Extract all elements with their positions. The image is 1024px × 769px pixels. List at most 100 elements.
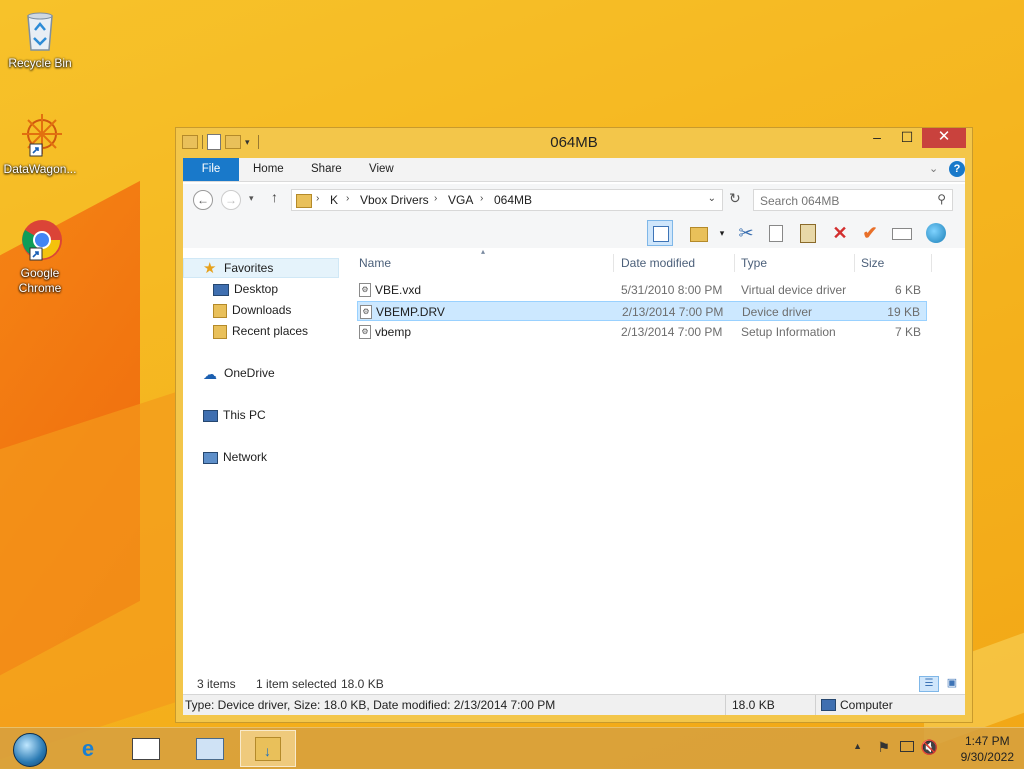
rename-icon[interactable]: ✔: [857, 220, 883, 246]
nav-label: Desktop: [234, 282, 279, 296]
nav-this-pc[interactable]: This PC: [203, 405, 266, 425]
breadcrumb-k[interactable]: K: [330, 193, 338, 207]
address-bar[interactable]: › K › Vbox Drivers › VGA › 064MB ⌄: [291, 189, 723, 211]
divider: [725, 695, 726, 715]
status-bar: 3 items 1 item selected 18.0 KB ☰ ▣: [183, 673, 965, 695]
nav-onedrive[interactable]: ☁ OneDrive: [203, 363, 275, 383]
desktop-icon-label: DataWagon...: [3, 162, 77, 176]
globe-icon[interactable]: [923, 220, 949, 246]
window-body: File Home Share View ⌄ ? ← → ▾ ↑ › K › V…: [183, 158, 965, 715]
nav-label: Downloads: [232, 303, 292, 317]
minimize-button[interactable]: –: [862, 128, 892, 148]
desktop-wallpaper-shape: [0, 390, 180, 760]
internet-explorer-icon: e: [81, 736, 95, 761]
search-box[interactable]: ⚲: [753, 189, 953, 211]
close-button[interactable]: ✕: [922, 128, 966, 148]
breadcrumb-vbox-drivers[interactable]: Vbox Drivers: [360, 193, 429, 207]
file-type: Setup Information: [741, 325, 836, 339]
nav-recent-places[interactable]: Recent places: [213, 321, 308, 341]
column-divider[interactable]: [613, 254, 614, 272]
nav-desktop[interactable]: Desktop: [213, 279, 278, 299]
expand-ribbon-icon[interactable]: ⌄: [929, 158, 938, 181]
app-button[interactable]: [118, 730, 174, 767]
file-type: Virtual device driver: [741, 283, 847, 297]
file-date: 5/31/2010 8:00 PM: [621, 283, 723, 297]
details-view-icon[interactable]: ☰: [919, 676, 939, 692]
clock[interactable]: 1:47 PM 9/30/2022: [961, 733, 1014, 765]
flag-icon[interactable]: ⚑: [877, 739, 890, 756]
file-row-selected[interactable]: ⚙ VBEMP.DRV 2/13/2014 7:00 PM Device dri…: [357, 301, 927, 321]
network-tray-icon[interactable]: [900, 741, 914, 752]
column-divider[interactable]: [734, 254, 735, 272]
help-icon[interactable]: ?: [949, 161, 965, 177]
file-row[interactable]: ⚙ vbemp 2/13/2014 7:00 PM Setup Informat…: [357, 322, 927, 342]
desktop-icon-label: Google Chrome: [18, 266, 62, 295]
up-button[interactable]: ↑: [271, 189, 278, 205]
datawagon-icon: [16, 112, 64, 160]
breadcrumb-separator[interactable]: ›: [346, 193, 349, 204]
title-bar[interactable]: ▾ 064MB – ☐ ✕: [176, 128, 972, 158]
breadcrumb-separator[interactable]: ›: [434, 193, 437, 204]
folder-icon: [296, 194, 312, 208]
column-header-size[interactable]: Size: [861, 252, 884, 274]
tab-view[interactable]: View: [369, 158, 394, 181]
column-header-date[interactable]: Date modified: [621, 252, 695, 274]
paste-icon[interactable]: [795, 220, 821, 246]
tab-share[interactable]: Share: [311, 158, 342, 181]
properties-icon[interactable]: [889, 220, 915, 246]
refresh-icon[interactable]: ↻: [729, 190, 741, 207]
chevron-down-icon[interactable]: ▾: [709, 220, 735, 246]
internet-explorer-button[interactable]: e: [60, 730, 116, 767]
file-explorer-button[interactable]: ↓: [240, 730, 296, 767]
nav-downloads[interactable]: Downloads: [213, 300, 291, 320]
command-toolbar: ▾ ✂ ✕ ✔: [183, 216, 965, 248]
forward-button[interactable]: →: [221, 190, 241, 210]
breadcrumb-separator[interactable]: ›: [480, 193, 483, 204]
cut-icon[interactable]: ✂: [733, 220, 759, 246]
clock-time: 1:47 PM: [964, 734, 1010, 748]
search-icon[interactable]: ⚲: [937, 192, 946, 206]
volume-muted-icon[interactable]: 🔇: [921, 739, 938, 756]
file-row[interactable]: ⚙ VBE.vxd 5/31/2010 8:00 PM Virtual devi…: [357, 280, 927, 300]
breadcrumb-vga[interactable]: VGA: [448, 193, 473, 207]
column-header-type[interactable]: Type: [741, 252, 767, 274]
file-list: ▴ Name Date modified Type Size ⚙ VBE.vxd…: [351, 247, 965, 681]
recent-locations-icon[interactable]: ▾: [249, 193, 254, 204]
explorer-window: ▾ 064MB – ☐ ✕ File Home Share View ⌄ ? ←…: [175, 127, 973, 723]
desktop-icon-chrome[interactable]: Google Chrome: [0, 216, 80, 296]
control-panel-button[interactable]: [182, 730, 238, 767]
ribbon-tabs: File Home Share View ⌄ ?: [183, 158, 965, 182]
clock-date: 9/30/2022: [960, 750, 1014, 764]
file-size: 7 KB: [894, 325, 921, 339]
column-divider[interactable]: [854, 254, 855, 272]
back-button[interactable]: ←: [193, 190, 213, 210]
window-app-icon: [132, 738, 160, 760]
maximize-button[interactable]: ☐: [892, 128, 922, 148]
network-icon: [203, 451, 218, 464]
large-icons-view-icon[interactable]: ▣: [943, 676, 961, 692]
tab-home[interactable]: Home: [253, 158, 284, 181]
column-divider[interactable]: [931, 254, 932, 272]
preview-pane-icon[interactable]: [647, 220, 673, 246]
nav-network[interactable]: Network: [203, 447, 267, 467]
file-type: Device driver: [742, 305, 813, 319]
nav-favorites[interactable]: ★ Favorites: [203, 258, 273, 278]
start-button[interactable]: [2, 730, 58, 767]
nav-label: OneDrive: [224, 366, 275, 380]
copy-icon[interactable]: [763, 220, 789, 246]
desktop-icon-datawagon[interactable]: DataWagon...: [0, 112, 80, 177]
breadcrumb-064mb[interactable]: 064MB: [494, 193, 532, 207]
column-header-name[interactable]: Name: [359, 252, 391, 274]
show-hidden-icons-icon[interactable]: ▲: [853, 741, 862, 751]
details-text: Type: Device driver, Size: 18.0 KB, Date…: [185, 698, 556, 712]
delete-icon[interactable]: ✕: [827, 220, 853, 246]
file-date: 2/13/2014 7:00 PM: [621, 325, 723, 339]
file-explorer-icon: ↓: [255, 737, 281, 761]
search-input[interactable]: [758, 192, 930, 210]
breadcrumb-separator[interactable]: ›: [316, 193, 319, 204]
tab-file[interactable]: File: [183, 158, 239, 181]
address-dropdown-icon[interactable]: ⌄: [708, 193, 716, 204]
file-name: vbemp: [375, 325, 412, 339]
computer-icon: [821, 699, 836, 711]
desktop-icon-recycle-bin[interactable]: Recycle Bin: [0, 6, 80, 71]
